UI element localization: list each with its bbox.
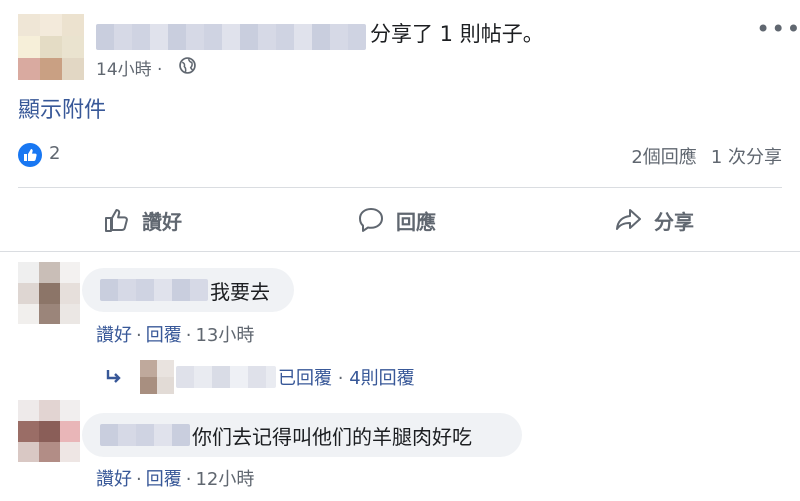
reply-count-link[interactable]: 4則回覆	[349, 368, 414, 389]
comment-button-label: 回應	[396, 209, 436, 234]
reply-arrow-icon	[106, 370, 121, 383]
thumbs-up-icon	[105, 209, 128, 232]
comment-bubble: 你们去记得叫他们的羊腿肉好吃	[82, 413, 522, 457]
post-timestamp[interactable]: 14小時 ·	[96, 55, 162, 80]
more-options-icon[interactable]: •••	[756, 17, 800, 41]
separator: ·	[337, 368, 344, 389]
like-button-label: 讚好	[142, 209, 182, 234]
shared-post-text: 分享了 1 則帖子。	[370, 22, 544, 46]
commenter-name[interactable]	[100, 424, 190, 446]
commenter-name[interactable]	[100, 279, 208, 301]
replier-name[interactable]	[176, 366, 276, 388]
show-attachment-link[interactable]: 顯示附件	[18, 92, 106, 124]
globe-icon	[179, 57, 196, 74]
replier-avatar[interactable]	[140, 360, 174, 394]
comment-text: 我要去	[210, 279, 270, 304]
like-button[interactable]: 讚好	[102, 202, 182, 238]
comment-reply-link[interactable]: 回覆	[146, 325, 182, 346]
separator: ·	[185, 469, 192, 490]
comment-bubble: 我要去	[82, 268, 294, 312]
commenter-avatar[interactable]	[18, 400, 80, 462]
comment-text: 你们去记得叫他们的羊腿肉好吃	[192, 424, 472, 449]
separator: ·	[185, 325, 192, 346]
comment-button[interactable]: 回應	[356, 202, 436, 238]
share-arrow-icon	[616, 209, 641, 230]
like-count[interactable]: 2	[49, 143, 60, 164]
separator: ·	[136, 325, 142, 346]
comment-like-link[interactable]: 讚好	[96, 325, 132, 346]
comment-actions: 讚好 · 回覆 · 12小時	[96, 465, 254, 491]
comment-like-link[interactable]: 讚好	[96, 469, 132, 490]
like-reaction-icon[interactable]	[18, 143, 42, 167]
post-stats: 2個回應 1 次分享	[617, 143, 782, 169]
comment-icon	[359, 208, 383, 232]
comment-timestamp[interactable]: 12小時	[195, 469, 254, 490]
comment-reply-link[interactable]: 回覆	[146, 469, 182, 490]
poster-avatar[interactable]	[18, 14, 84, 80]
poster-name[interactable]	[96, 24, 366, 50]
share-button[interactable]: 分享	[612, 202, 694, 238]
divider	[18, 187, 782, 188]
divider	[0, 251, 800, 252]
comment-count[interactable]: 2個回應	[631, 147, 696, 168]
commenter-avatar[interactable]	[18, 262, 80, 324]
separator: ·	[136, 469, 142, 490]
comment-actions: 讚好 · 回覆 · 13小時	[96, 321, 254, 347]
share-button-label: 分享	[654, 209, 694, 234]
replied-label: 已回覆	[278, 368, 332, 389]
replies-summary[interactable]: 已回覆 · 4則回覆	[104, 360, 415, 394]
comment-timestamp[interactable]: 13小時	[195, 325, 254, 346]
share-count[interactable]: 1 次分享	[711, 147, 782, 168]
